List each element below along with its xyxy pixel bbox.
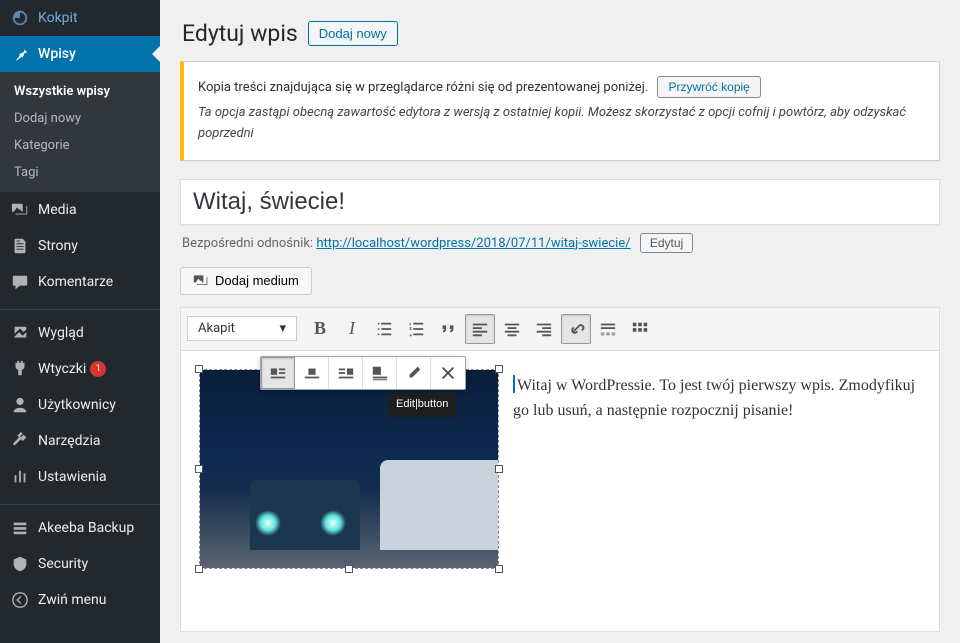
italic-button[interactable]: I (337, 314, 367, 344)
resize-handle[interactable] (495, 565, 503, 573)
number-list-button[interactable] (401, 314, 431, 344)
page-title: Edytuj wpis (182, 20, 298, 47)
align-left-button[interactable] (465, 314, 495, 344)
submenu-item-all-posts[interactable]: Wszystkie wpisy (0, 78, 160, 105)
sidebar-item-label: Wpisy (38, 46, 76, 62)
pin-icon (10, 44, 30, 64)
sidebar-item-posts[interactable]: Wpisy (0, 36, 160, 72)
restore-button[interactable]: Przywróć kopię (657, 76, 760, 98)
sidebar-item-comments[interactable]: Komentarze (0, 264, 160, 300)
sidebar-submenu-posts: Wszystkie wpisy Dodaj nowy Kategorie Tag… (0, 72, 160, 192)
permalink-row: Bezpośredni odnośnik: http://localhost/w… (180, 225, 940, 267)
plugin-update-badge: 1 (90, 361, 106, 377)
media-icon (193, 273, 209, 289)
submenu-item-add-new[interactable]: Dodaj nowy (0, 105, 160, 132)
resize-handle[interactable] (195, 365, 203, 373)
backup-icon (10, 518, 30, 538)
appearance-icon (10, 323, 30, 343)
sidebar-item-label: Ustawienia (38, 469, 107, 485)
sidebar-item-settings[interactable]: Ustawienia (0, 459, 160, 495)
img-align-left-button[interactable] (261, 357, 295, 389)
comments-icon (10, 272, 30, 292)
permalink-label: Bezpośredni odnośnik: (182, 236, 313, 251)
align-center-button[interactable] (497, 314, 527, 344)
page-header: Edytuj wpis Dodaj nowy (180, 0, 940, 61)
kitchen-sink-button[interactable] (625, 314, 655, 344)
format-dropdown[interactable]: Akapit ▾ (187, 316, 297, 341)
admin-sidebar: Kokpit Wpisy Wszystkie wpisy Dodaj nowy … (0, 0, 160, 643)
more-button[interactable] (593, 314, 623, 344)
submenu-item-tags[interactable]: Tagi (0, 159, 160, 186)
sidebar-item-collapse[interactable]: Zwiń menu (0, 582, 160, 618)
sidebar-item-label: Wtyczki (38, 361, 86, 377)
sidebar-separator (0, 305, 160, 310)
sidebar-item-label: Security (38, 556, 88, 572)
plugins-icon (10, 359, 30, 379)
sidebar-separator (0, 500, 160, 505)
sidebar-item-akeeba[interactable]: Akeeba Backup (0, 510, 160, 546)
resize-handle[interactable] (495, 365, 503, 373)
img-align-none-button[interactable] (363, 357, 397, 389)
pages-icon (10, 236, 30, 256)
resize-handle[interactable] (195, 465, 203, 473)
image-toolbar (260, 356, 466, 390)
sidebar-item-appearance[interactable]: Wygląd (0, 315, 160, 351)
editor-toolbar: Akapit ▾ B I (181, 308, 939, 351)
autosave-notice: Kopia treści znajdująca się w przeglądar… (180, 61, 940, 161)
sidebar-item-security[interactable]: Security (0, 546, 160, 582)
sidebar-item-label: Komentarze (38, 274, 113, 290)
users-icon (10, 395, 30, 415)
chevron-down-icon: ▾ (279, 321, 286, 336)
resize-handle[interactable] (195, 565, 203, 573)
submenu-item-categories[interactable]: Kategorie (0, 132, 160, 159)
editor-container: Akapit ▾ B I (180, 307, 940, 632)
dashboard-icon (10, 8, 30, 28)
img-remove-button[interactable] (431, 357, 465, 389)
sidebar-item-label: Kokpit (38, 10, 78, 26)
edit-permalink-button[interactable]: Edytuj (640, 233, 693, 253)
bold-button[interactable]: B (305, 314, 335, 344)
add-new-button[interactable]: Dodaj nowy (308, 21, 398, 46)
sidebar-item-label: Narzędzia (38, 433, 100, 449)
edit-button-tooltip: Edit|button (388, 392, 456, 418)
permalink-link[interactable]: http://localhost/wordpress/2018/07/11/wi… (316, 236, 630, 251)
sidebar-item-label: Akeeba Backup (38, 520, 134, 536)
bullet-list-button[interactable] (369, 314, 399, 344)
sidebar-item-label: Wygląd (38, 325, 84, 341)
tools-icon (10, 431, 30, 451)
format-label: Akapit (198, 321, 235, 336)
add-media-button[interactable]: Dodaj medium (180, 267, 312, 295)
main-content: Edytuj wpis Dodaj nowy Kopia treści znaj… (160, 0, 960, 643)
collapse-icon (10, 590, 30, 610)
sidebar-item-tools[interactable]: Narzędzia (0, 423, 160, 459)
post-paragraph[interactable]: Witaj w WordPressie. To jest twój pierws… (513, 369, 921, 613)
media-icon (10, 200, 30, 220)
img-edit-button[interactable] (397, 357, 431, 389)
notice-description: Ta opcja zastąpi obecną zawartość edytor… (198, 103, 925, 145)
img-align-right-button[interactable] (329, 357, 363, 389)
security-icon (10, 554, 30, 574)
sidebar-item-label: Strony (38, 238, 78, 254)
link-button[interactable] (561, 314, 591, 344)
img-align-center-button[interactable] (295, 357, 329, 389)
notice-text: Kopia treści znajdująca się w przeglądar… (198, 80, 648, 95)
sidebar-item-label: Zwiń menu (38, 592, 106, 608)
post-title-input[interactable] (180, 179, 940, 224)
resize-handle[interactable] (495, 465, 503, 473)
editor-body[interactable]: Edit|button Witaj w WordPressie. To jest… (181, 351, 939, 631)
sidebar-item-label: Media (38, 202, 77, 218)
selected-image[interactable]: Edit|button (199, 369, 499, 569)
settings-icon (10, 467, 30, 487)
sidebar-item-plugins[interactable]: Wtyczki 1 (0, 351, 160, 387)
align-right-button[interactable] (529, 314, 559, 344)
quote-button[interactable] (433, 314, 463, 344)
sidebar-item-users[interactable]: Użytkownicy (0, 387, 160, 423)
sidebar-item-dashboard[interactable]: Kokpit (0, 0, 160, 36)
sidebar-item-pages[interactable]: Strony (0, 228, 160, 264)
sidebar-item-label: Użytkownicy (38, 397, 116, 413)
add-media-label: Dodaj medium (215, 273, 299, 288)
sidebar-item-media[interactable]: Media (0, 192, 160, 228)
resize-handle[interactable] (345, 565, 353, 573)
